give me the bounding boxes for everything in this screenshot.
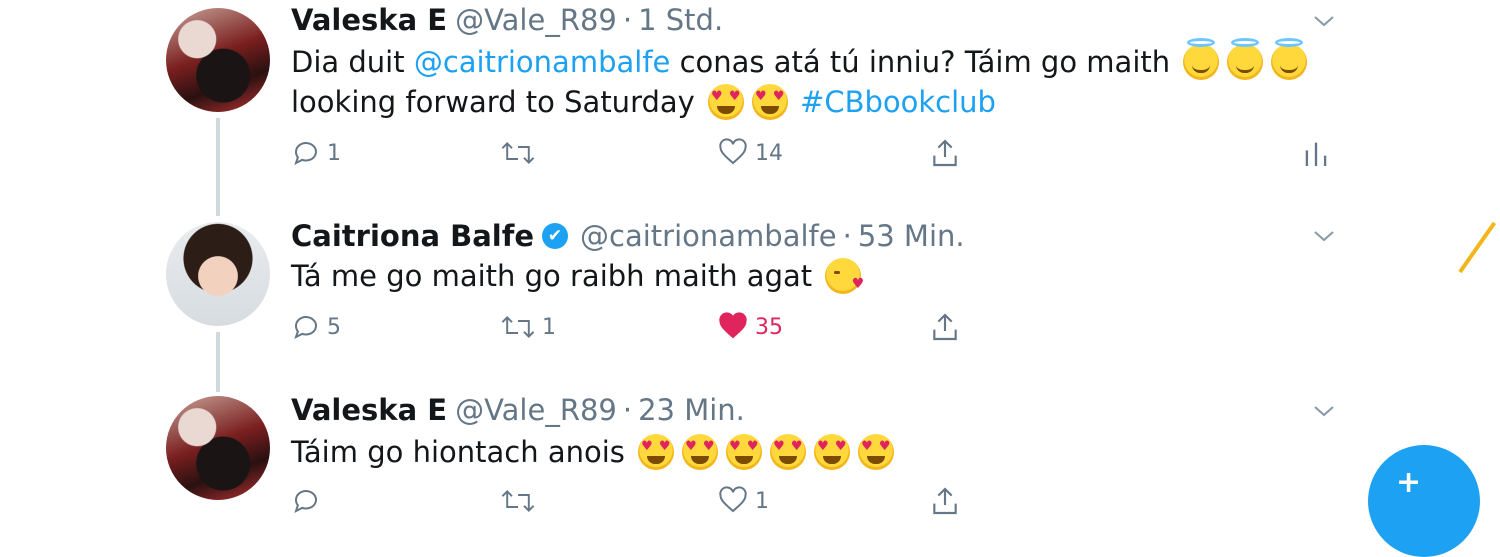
reply-count: 1 xyxy=(327,140,341,166)
reply-button[interactable]: 1 xyxy=(291,136,341,170)
reply-button[interactable] xyxy=(291,484,327,518)
verified-badge-icon: ✔ xyxy=(542,223,569,249)
retweet-count: 1 xyxy=(542,314,556,340)
display-name[interactable]: Valeska E xyxy=(291,393,447,427)
reply-icon xyxy=(294,316,317,339)
retweet-button[interactable] xyxy=(500,136,542,170)
share-button[interactable] xyxy=(929,310,961,344)
user-handle[interactable]: @Vale_R89 xyxy=(455,393,617,427)
tweet-text-line: Tá me go maith go raibh maith agat xyxy=(291,256,865,296)
retweet-icon xyxy=(501,316,535,338)
avatar[interactable] xyxy=(166,8,270,112)
tweet-text: Dia duit xyxy=(291,45,414,79)
user-handle[interactable]: @caitrionambalfe xyxy=(580,219,837,253)
tweet-text: Tá me go maith go raibh maith agat xyxy=(291,259,822,293)
tweet-text-line: looking forward to Saturday #CBbookclub xyxy=(291,82,996,122)
display-name[interactable]: Caitriona Balfe xyxy=(291,219,534,253)
heart-icon xyxy=(719,138,747,165)
smiling-halo-emoji-icon xyxy=(1271,38,1308,80)
hashtag-link[interactable]: #CBbookclub xyxy=(800,85,996,119)
tweet-text-line: Dia duit @caitrionambalfe conas atá tú i… xyxy=(291,38,1311,82)
retweet-icon xyxy=(501,490,535,512)
heart-filled-icon xyxy=(719,312,747,339)
heart-eyes-emoji-icon xyxy=(770,434,807,470)
heart-eyes-emoji-icon xyxy=(638,434,675,470)
timestamp[interactable]: 53 Min. xyxy=(858,219,965,253)
mention-link[interactable]: @caitrionambalfe xyxy=(414,45,671,79)
like-button[interactable]: 35 xyxy=(717,310,783,344)
tweet-header: Caitriona Balfe ✔ @caitrionambalfe · 53 … xyxy=(291,218,965,254)
face-blowing-kiss-emoji-icon xyxy=(825,258,864,294)
reply-button[interactable]: 5 xyxy=(291,310,341,344)
user-handle[interactable]: @Vale_R89 xyxy=(455,3,617,37)
heart-eyes-emoji-icon xyxy=(814,434,851,470)
heart-eyes-emoji-icon xyxy=(708,84,745,120)
tweet-actions: 5 1 35 xyxy=(0,310,1500,344)
tweet-text: looking forward to Saturday xyxy=(291,85,705,119)
analytics-button[interactable] xyxy=(1303,136,1329,170)
share-icon xyxy=(933,313,957,341)
like-count: 14 xyxy=(755,140,783,166)
compose-tweet-icon: + xyxy=(1396,465,1422,500)
smiling-halo-emoji-icon xyxy=(1183,38,1220,80)
retweet-button[interactable]: 1 xyxy=(500,310,556,344)
retweet-button[interactable] xyxy=(500,484,542,518)
display-name[interactable]: Valeska E xyxy=(291,3,447,37)
reply-icon xyxy=(294,142,317,165)
separator: · xyxy=(622,393,633,427)
separator: · xyxy=(842,219,852,253)
tweet-text: conas atá tú inniu? Táim go maith xyxy=(670,45,1180,79)
decorative-line xyxy=(1458,221,1497,274)
tweet-header: Valeska E @Vale_R89 · 1 Std. xyxy=(291,2,723,38)
share-button[interactable] xyxy=(929,136,961,170)
smiling-halo-emoji-icon xyxy=(1227,38,1264,80)
separator: · xyxy=(622,3,633,37)
chevron-down-icon[interactable] xyxy=(1312,399,1336,423)
tweet-header: Valeska E @Vale_R89 · 23 Min. xyxy=(291,392,745,428)
like-count: 35 xyxy=(755,314,783,340)
share-icon xyxy=(933,139,957,167)
analytics-icon xyxy=(1305,142,1327,166)
heart-eyes-emoji-icon xyxy=(682,434,719,470)
heart-eyes-emoji-icon xyxy=(858,434,895,470)
heart-eyes-emoji-icon xyxy=(726,434,763,470)
like-button[interactable]: 14 xyxy=(717,136,783,170)
share-icon xyxy=(933,487,957,515)
timestamp[interactable]: 23 Min. xyxy=(638,393,745,427)
heart-eyes-emoji-icon xyxy=(752,84,789,120)
heart-icon xyxy=(719,486,747,513)
tweet-actions: 1 xyxy=(0,484,1500,518)
tweet-text-line: Táim go hiontach anois xyxy=(291,432,898,472)
compose-tweet-button[interactable]: + xyxy=(1368,445,1480,557)
like-count: 1 xyxy=(755,488,769,514)
chevron-down-icon[interactable] xyxy=(1312,224,1336,248)
tweet-actions: 1 14 xyxy=(0,136,1500,170)
chevron-down-icon[interactable] xyxy=(1312,9,1336,33)
tweet-text: Táim go hiontach anois xyxy=(291,435,635,469)
reply-icon xyxy=(294,490,317,513)
retweet-icon xyxy=(501,142,535,164)
reply-count: 5 xyxy=(327,314,341,340)
timestamp[interactable]: 1 Std. xyxy=(638,3,723,37)
like-button[interactable]: 1 xyxy=(717,484,769,518)
share-button[interactable] xyxy=(929,484,961,518)
